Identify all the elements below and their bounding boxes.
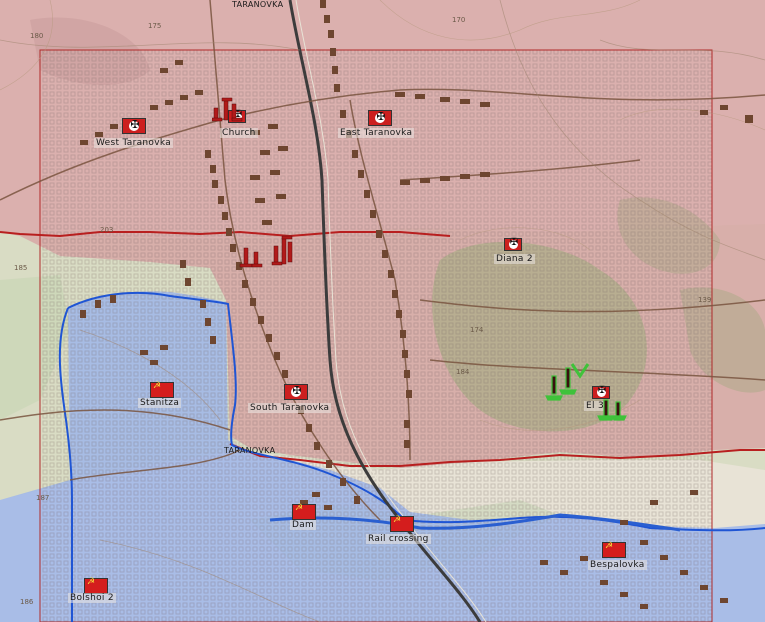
german-flag-icon[interactable] [504, 237, 522, 251]
soviet-unit-icon[interactable] [596, 396, 630, 424]
objective-label-west-taranovka: West Taranovka [94, 138, 174, 148]
town-label: TARANOVKA [224, 446, 276, 455]
contour-number: 187 [36, 494, 50, 502]
objective-label-south-taranovka: South Taranovka [248, 403, 332, 413]
soviet-flag-icon[interactable] [292, 503, 316, 520]
objective-label-east-taranovka: East Taranovka [338, 128, 415, 138]
tactical-map[interactable]: TARANOVKA TARANOVKA 180 175 170 203 185 … [0, 0, 765, 622]
german-unit-icon[interactable] [238, 232, 304, 272]
contour-number: 180 [30, 32, 44, 40]
contour-number: 186 [20, 598, 34, 606]
contour-number: 139 [698, 296, 712, 304]
contour-number: 175 [148, 22, 162, 30]
soviet-unit-icon[interactable] [542, 358, 592, 402]
soviet-flag-icon[interactable] [602, 541, 626, 558]
objective-label-dam: Dam [290, 520, 317, 530]
contour-number: 185 [14, 264, 28, 272]
objective-label-rail-crossing: Rail crossing [366, 534, 431, 544]
soviet-flag-icon[interactable] [84, 577, 108, 594]
soviet-flag-icon[interactable] [390, 515, 414, 532]
contour-number: 174 [470, 326, 484, 334]
german-unit-icon[interactable] [212, 96, 252, 126]
objective-label-church: Church [220, 128, 258, 138]
german-flag-icon[interactable] [368, 110, 392, 126]
map-terrain [0, 0, 765, 622]
contour-number: 170 [452, 16, 466, 24]
contour-number: 184 [456, 368, 470, 376]
soviet-flag-icon[interactable] [150, 381, 174, 398]
objective-label-diana-2: Diana 2 [494, 254, 535, 264]
objective-label-stanitza: Stanitza [138, 398, 182, 408]
objective-label-bolshoi-2: Bolshoi 2 [68, 593, 116, 603]
german-flag-icon[interactable] [122, 118, 146, 134]
town-label: TARANOVKA [232, 0, 284, 9]
objective-label-bespalovka: Bespalovka [588, 560, 647, 570]
german-flag-icon[interactable] [284, 384, 308, 400]
contour-number: 203 [100, 226, 114, 234]
